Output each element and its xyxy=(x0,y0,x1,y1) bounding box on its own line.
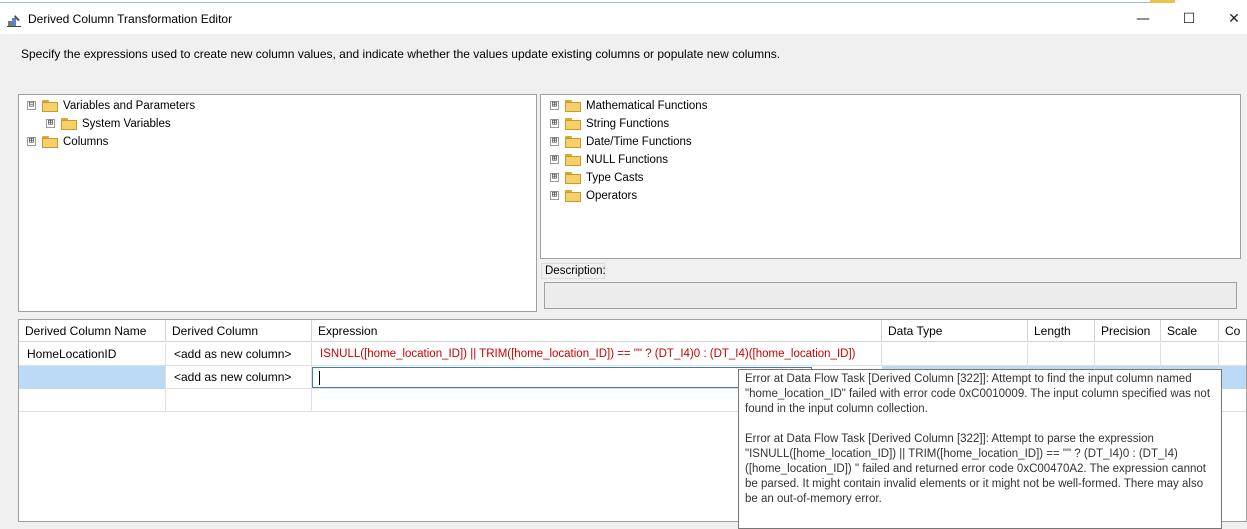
instructions-text: Specify the expressions used to create n… xyxy=(21,47,781,61)
tree-item-label: Operators xyxy=(586,190,638,202)
column-header-derived-column[interactable]: Derived Column xyxy=(166,320,312,342)
empty-cell[interactable] xyxy=(166,389,312,412)
expand-icon[interactable]: ⊞ xyxy=(550,119,559,128)
code-page-cell[interactable] xyxy=(1219,366,1246,389)
tree-item-label: Type Casts xyxy=(586,172,644,184)
expand-icon[interactable]: ⊞ xyxy=(27,137,36,146)
error-message-2: Error at Data Flow Task [Derived Column … xyxy=(745,433,1206,505)
expression-cell[interactable]: ISNULL([home_location_ID]) || TRIM([home… xyxy=(312,343,882,366)
tree-item-label: String Functions xyxy=(586,118,670,130)
tree-item-label: Variables and Parameters xyxy=(63,100,196,112)
derived-column-cell[interactable]: <add as new column> xyxy=(166,343,312,366)
length-cell[interactable] xyxy=(1028,343,1095,366)
variables-columns-tree[interactable]: ⊟ Variables and Parameters ⊞ System Vari… xyxy=(18,94,537,312)
folder-icon xyxy=(565,100,581,112)
error-tooltip: Error at Data Flow Task [Derived Column … xyxy=(738,369,1222,529)
description-box xyxy=(544,282,1237,309)
tree-item-label: Mathematical Functions xyxy=(586,100,708,112)
column-header-length[interactable]: Length xyxy=(1028,320,1095,342)
tree-item-label: System Variables xyxy=(82,118,171,130)
column-header-scale[interactable]: Scale xyxy=(1161,320,1219,342)
title-bar: Derived Column Transformation Editor — ☐… xyxy=(0,4,1247,34)
expand-icon[interactable]: ⊞ xyxy=(550,137,559,146)
expand-icon[interactable]: ⊞ xyxy=(46,119,55,128)
folder-icon xyxy=(565,136,581,148)
derived-column-icon xyxy=(7,15,21,27)
code-page-cell[interactable] xyxy=(1219,343,1246,366)
accent-line-blue xyxy=(0,2,1150,3)
expand-icon[interactable]: ⊞ xyxy=(550,173,559,182)
grid-header: Derived Column Name Derived Column Expre… xyxy=(19,320,1246,342)
close-icon[interactable]: ✕ xyxy=(1219,8,1247,30)
expand-icon[interactable]: ⊞ xyxy=(550,155,559,164)
tree-item-label: Columns xyxy=(63,136,109,148)
expression-edit-input[interactable] xyxy=(312,367,812,388)
precision-cell[interactable] xyxy=(1095,343,1161,366)
column-header-precision[interactable]: Precision xyxy=(1095,320,1161,342)
column-header-expression[interactable]: Expression xyxy=(312,320,882,342)
folder-icon xyxy=(42,136,58,148)
empty-cell[interactable] xyxy=(19,389,166,412)
text-caret xyxy=(319,371,320,385)
collapse-icon[interactable]: ⊟ xyxy=(27,101,36,110)
table-row[interactable]: HomeLocationID <add as new column> ISNUL… xyxy=(19,343,1246,366)
description-label: Description: xyxy=(541,263,606,279)
functions-tree[interactable]: ⊞ Mathematical Functions ⊞ String Functi… xyxy=(540,94,1241,259)
data-type-cell[interactable] xyxy=(882,343,1028,366)
folder-icon xyxy=(565,172,581,184)
column-header-code-page[interactable]: Co xyxy=(1219,320,1246,342)
column-header-data-type[interactable]: Data Type xyxy=(882,320,1028,342)
derived-column-name-cell[interactable]: HomeLocationID xyxy=(19,343,166,366)
scale-cell[interactable] xyxy=(1161,343,1219,366)
folder-icon xyxy=(61,118,77,130)
derived-column-name-cell[interactable] xyxy=(19,366,166,389)
error-message-1: Error at Data Flow Task [Derived Column … xyxy=(745,373,1211,415)
maximize-icon[interactable]: ☐ xyxy=(1174,8,1204,30)
expand-icon[interactable]: ⊞ xyxy=(550,191,559,200)
minimize-icon[interactable]: — xyxy=(1128,8,1158,30)
folder-open-icon xyxy=(42,100,58,112)
derived-column-cell[interactable]: <add as new column> xyxy=(166,366,312,389)
expand-icon[interactable]: ⊞ xyxy=(550,101,559,110)
folder-icon xyxy=(565,154,581,166)
folder-icon xyxy=(565,118,581,130)
column-header-derived-column-name[interactable]: Derived Column Name xyxy=(19,320,166,342)
accent-line-gold xyxy=(1150,0,1175,3)
window-title: Derived Column Transformation Editor xyxy=(28,12,233,26)
folder-icon xyxy=(565,190,581,202)
tree-item-label: Date/Time Functions xyxy=(586,136,692,148)
tree-item-label: NULL Functions xyxy=(586,154,669,166)
